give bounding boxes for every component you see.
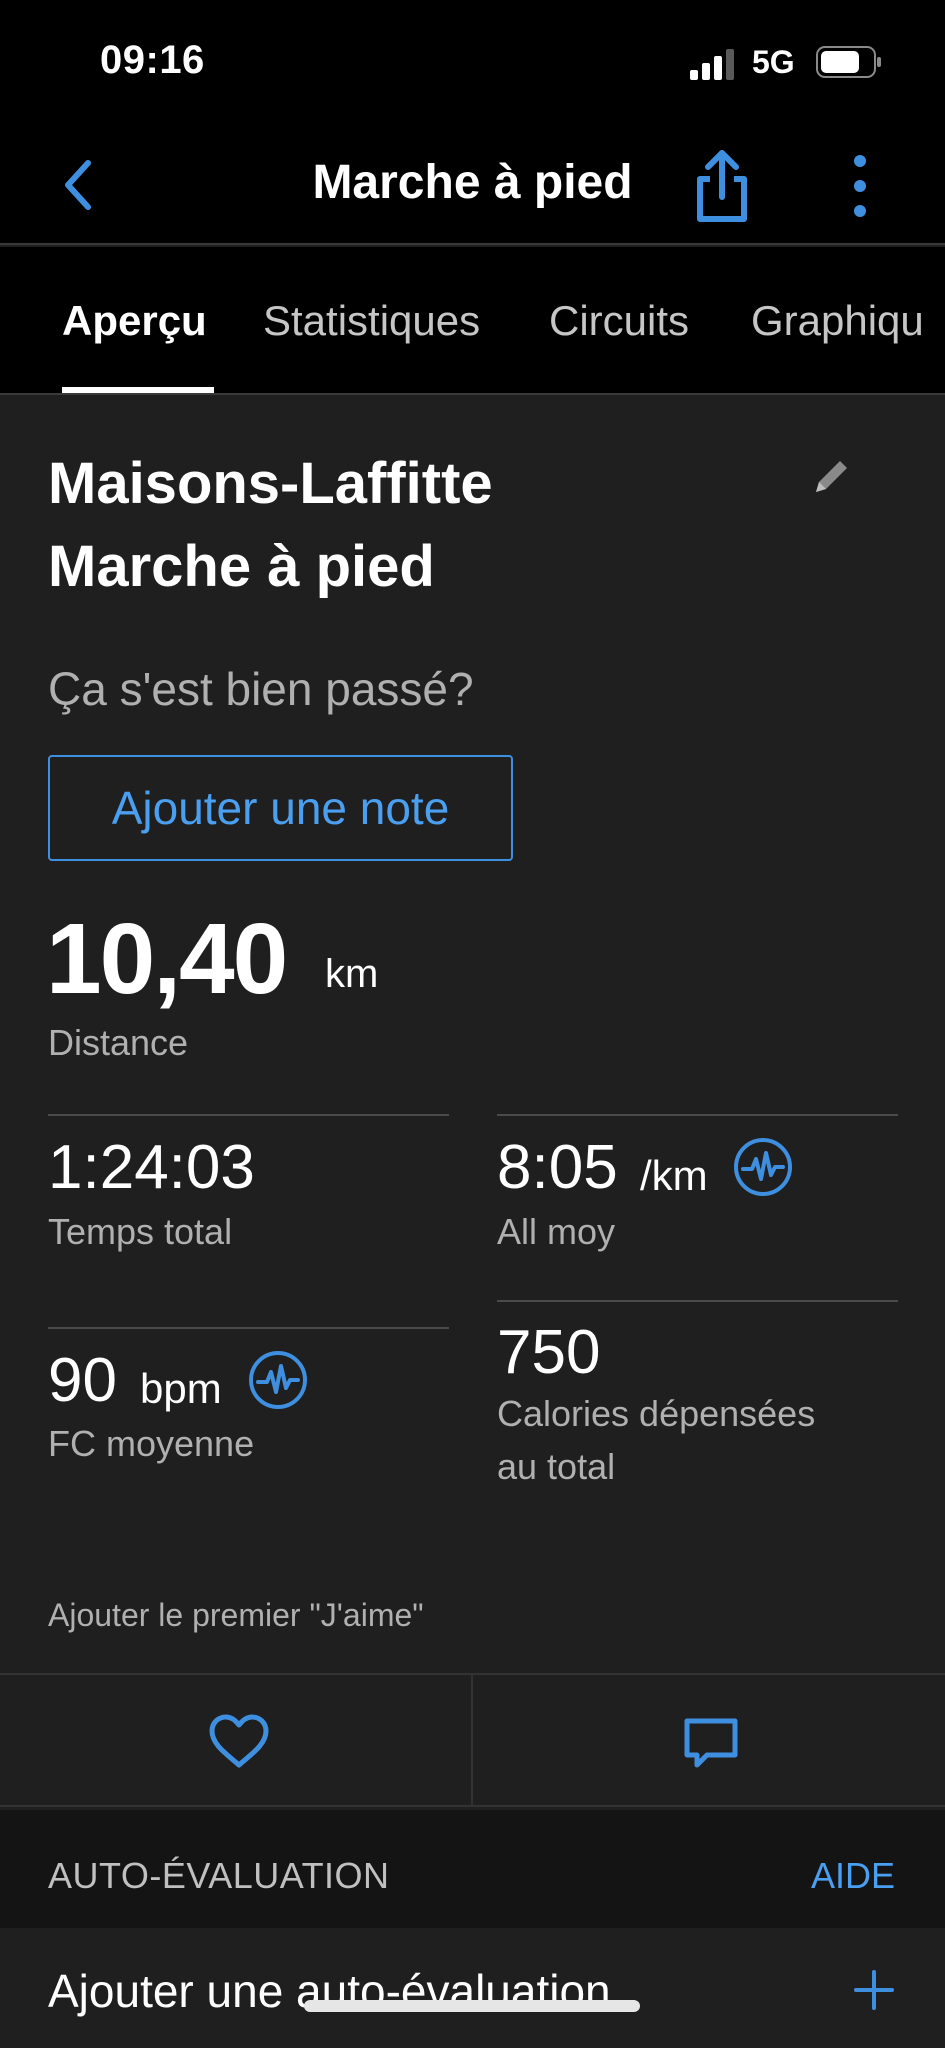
battery-icon — [816, 46, 881, 78]
active-tab-indicator — [62, 387, 214, 393]
comment-button[interactable] — [473, 1675, 945, 1807]
avg-pace-unit: /km — [640, 1152, 708, 1199]
likes-prompt: Ajouter le premier "J'aime" — [48, 1597, 424, 1633]
calories-label-line1: Calories dépensées — [497, 1393, 816, 1434]
network-label: 5G — [752, 44, 795, 80]
tab-graphiques[interactable]: Graphiqu — [751, 297, 924, 345]
nav-bar: Marche à pied — [0, 125, 945, 245]
like-button[interactable] — [0, 1675, 472, 1807]
tab-circuits[interactable]: Circuits — [549, 297, 689, 345]
comment-icon — [684, 1718, 738, 1768]
home-indicator — [304, 2000, 640, 2012]
self-evaluation-header: AUTO-ÉVALUATION AIDE — [0, 1810, 945, 1928]
avg-pace-label: All moy — [497, 1211, 616, 1252]
total-time-value: 1:24:03 — [48, 1133, 255, 1202]
avg-hr-value: 90 — [48, 1346, 117, 1415]
social-actions — [0, 1673, 945, 1807]
stat-divider — [497, 1114, 898, 1116]
share-icon[interactable] — [690, 145, 754, 225]
stat-divider — [497, 1300, 898, 1302]
heart-icon — [209, 1714, 269, 1768]
help-link[interactable]: AIDE — [811, 1855, 895, 1897]
tab-statistiques[interactable]: Statistiques — [263, 297, 480, 345]
heart-rate-icon[interactable] — [248, 1350, 308, 1410]
status-time: 09:16 — [100, 38, 205, 82]
overview-content: Maisons-Laffitte Marche à pied Ça s'est … — [0, 397, 945, 1807]
distance-label: Distance — [48, 1022, 189, 1063]
heart-rate-icon[interactable] — [733, 1137, 793, 1197]
distance-value: 10,40 — [46, 903, 288, 1015]
activity-title-line2: Marche à pied — [48, 534, 435, 599]
tab-apercu[interactable]: Aperçu — [62, 297, 207, 345]
add-note-button[interactable]: Ajouter une note — [48, 755, 513, 861]
calories-label-line2: au total — [497, 1446, 616, 1487]
stat-divider — [48, 1114, 449, 1116]
feedback-question: Ça s'est bien passé? — [48, 663, 474, 715]
activity-title-line1: Maisons-Laffitte — [48, 451, 493, 516]
activity-title: Maisons-Laffitte Marche à pied — [48, 442, 493, 608]
distance-unit: km — [325, 952, 379, 996]
status-bar: 09:16 5G — [0, 0, 945, 125]
avg-hr-label: FC moyenne — [48, 1423, 255, 1464]
avg-pace-value: 8:05 — [497, 1133, 618, 1202]
calories-value: 750 — [497, 1318, 601, 1387]
pencil-icon[interactable] — [808, 452, 856, 500]
avg-hr-unit: bpm — [140, 1365, 222, 1412]
total-time-label: Temps total — [48, 1211, 233, 1252]
plus-icon[interactable] — [852, 1968, 896, 2012]
more-options-icon[interactable] — [845, 151, 875, 221]
signal-icon — [690, 49, 734, 80]
calories-label: Calories dépensées au total — [497, 1387, 815, 1493]
stat-divider — [48, 1327, 449, 1329]
page-title: Marche à pied — [312, 156, 633, 209]
section-title: AUTO-ÉVALUATION — [48, 1855, 390, 1896]
tab-bar: Aperçu Statistiques Circuits Graphiqu — [0, 247, 945, 395]
add-self-evaluation-row[interactable]: Ajouter une auto-évaluation — [0, 1928, 945, 2048]
